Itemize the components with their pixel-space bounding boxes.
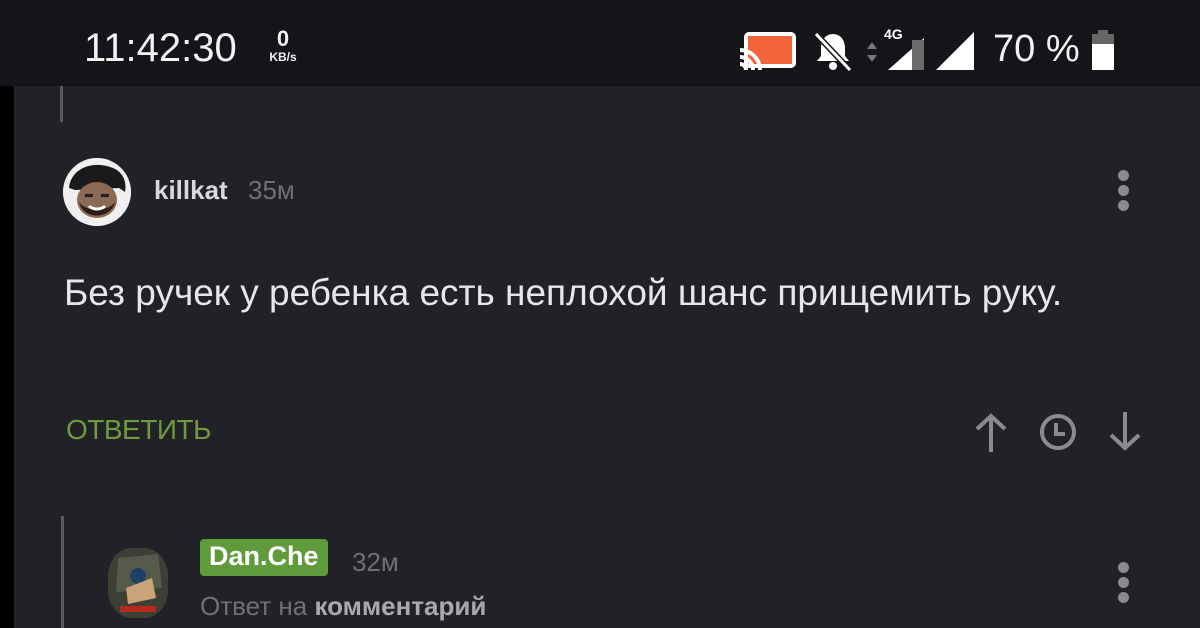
data-arrows-icon bbox=[867, 42, 877, 62]
dot-icon bbox=[1118, 562, 1129, 573]
network-speed: 0 KB/s bbox=[258, 26, 308, 65]
reply-author-badge[interactable]: Dan.Che bbox=[200, 539, 328, 576]
reply-to-prefix: Ответ на bbox=[200, 591, 308, 621]
dot-icon bbox=[1118, 577, 1129, 588]
reply-to-line: Ответ на комментарий bbox=[200, 591, 486, 622]
cast-icon bbox=[739, 32, 796, 71]
avatar-image bbox=[108, 548, 168, 618]
upvote-arrow-icon[interactable] bbox=[974, 412, 1008, 454]
comments-view bbox=[14, 86, 1200, 628]
battery-percent: 70 % bbox=[993, 28, 1080, 70]
dot-icon bbox=[1118, 185, 1129, 196]
reply-more-menu-button[interactable] bbox=[1118, 562, 1130, 607]
dot-icon bbox=[1118, 592, 1129, 603]
clock: 11:42:30 bbox=[84, 26, 237, 70]
avatar-dan-che[interactable] bbox=[108, 548, 168, 618]
comment-more-menu-button[interactable] bbox=[1118, 170, 1130, 215]
reply-button[interactable]: ОТВЕТИТЬ bbox=[66, 414, 211, 446]
status-bar: 11:42:30 0 KB/s 4G 70 % bbox=[0, 0, 1200, 86]
signal-icon bbox=[936, 32, 974, 70]
avatar-killkat[interactable] bbox=[63, 158, 131, 226]
thread-line-reply bbox=[61, 516, 64, 628]
clock-icon[interactable] bbox=[1038, 412, 1078, 452]
network-speed-value: 0 bbox=[276, 26, 290, 51]
reply-to-link[interactable]: комментарий bbox=[314, 591, 486, 621]
comment-body: Без ручек у ребенка есть неплохой шанс п… bbox=[64, 272, 1063, 313]
signal-4g-icon: 4G bbox=[884, 26, 926, 72]
downvote-arrow-icon[interactable] bbox=[1108, 410, 1142, 452]
dot-icon bbox=[1118, 200, 1129, 211]
network-speed-unit: KB/s bbox=[269, 50, 297, 64]
bell-off-icon bbox=[813, 31, 853, 72]
dot-icon bbox=[1118, 170, 1129, 181]
avatar-image bbox=[63, 158, 131, 226]
comment-time: 35м bbox=[248, 175, 295, 205]
thread-line-top bbox=[60, 86, 63, 122]
reply-time: 32м bbox=[352, 547, 399, 577]
battery-icon bbox=[1092, 30, 1114, 70]
comment-author[interactable]: killkat bbox=[154, 175, 228, 206]
